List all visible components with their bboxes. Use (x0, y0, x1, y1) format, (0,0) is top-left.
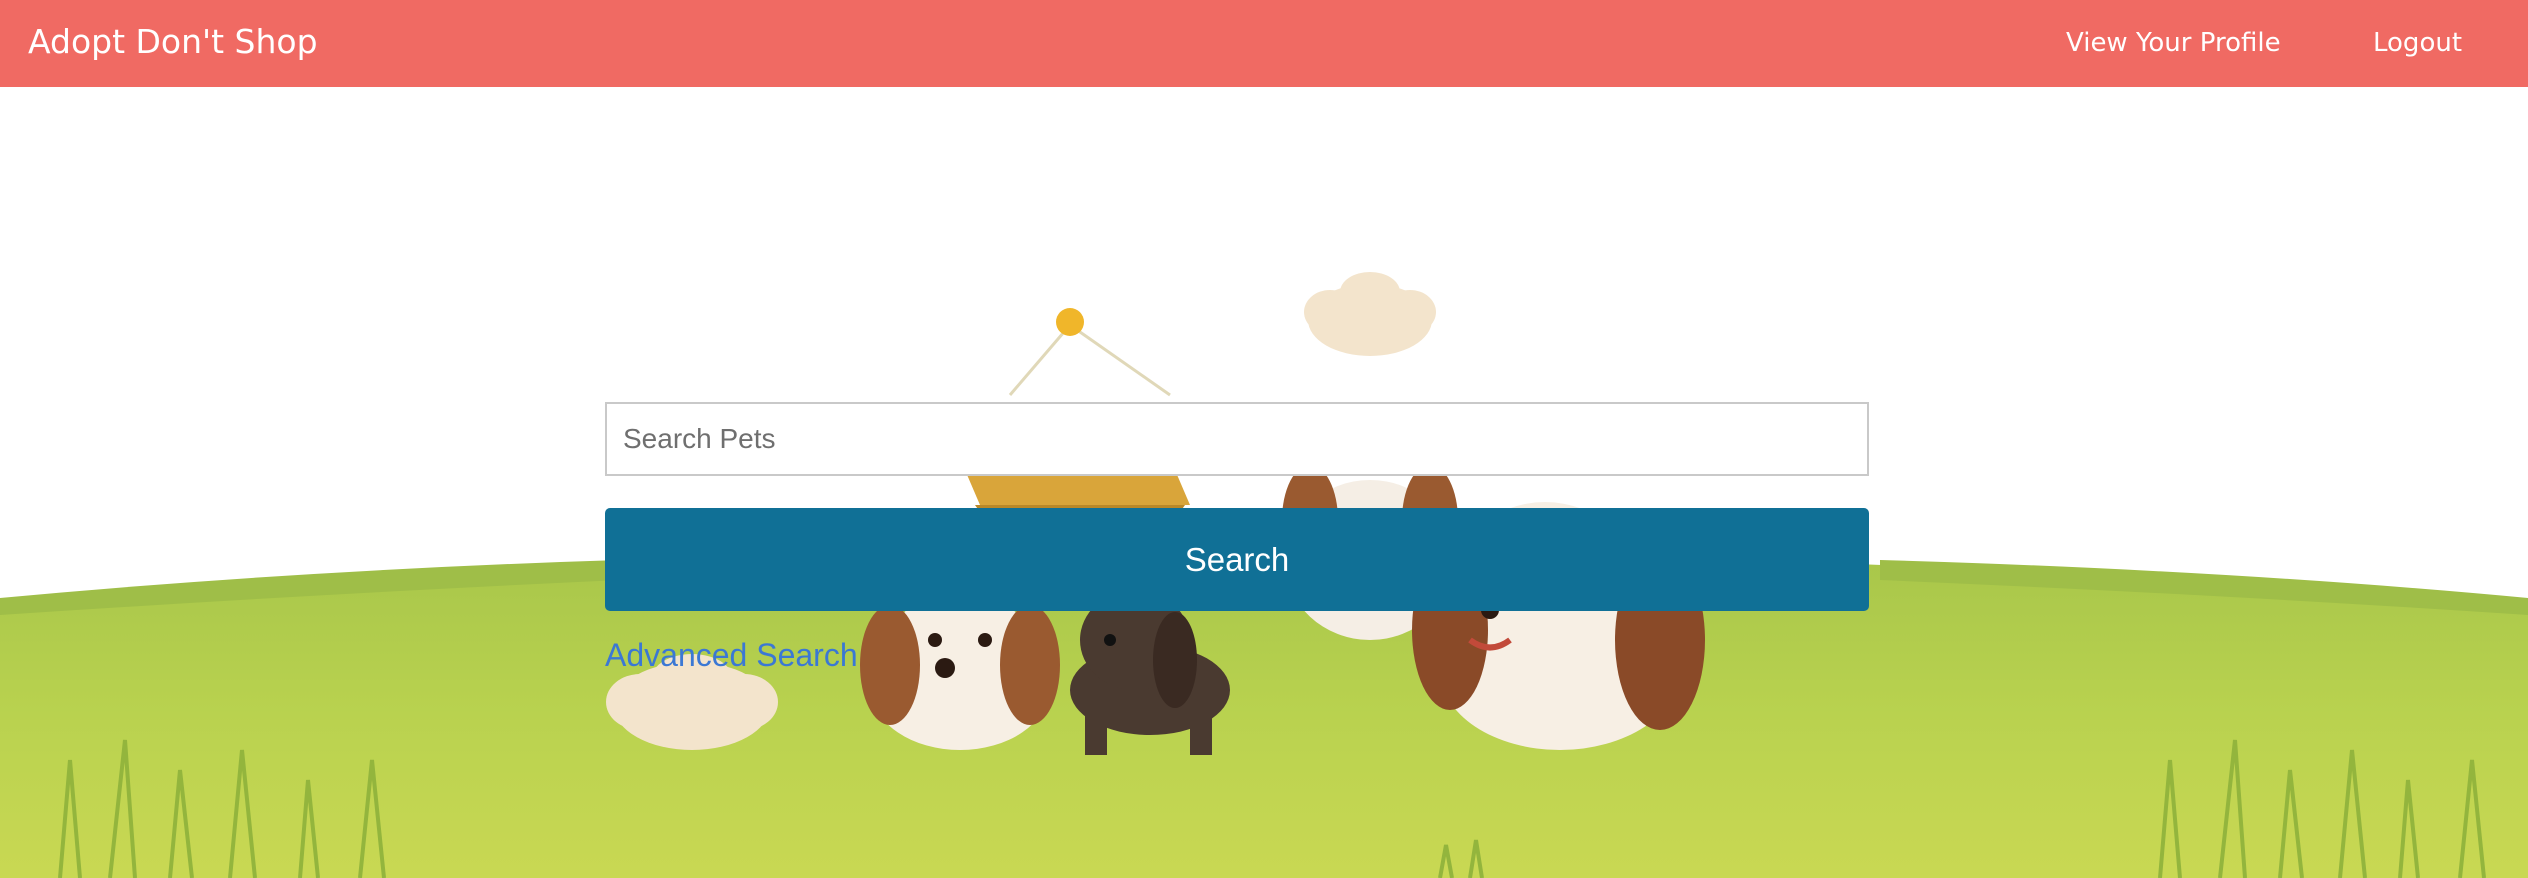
hero-section (0, 87, 2528, 878)
search-button[interactable]: Search (605, 508, 1869, 611)
top-navbar: Adopt Don't Shop View Your Profile Logou… (0, 0, 2528, 87)
advanced-search-link[interactable]: Advanced Search (605, 636, 858, 674)
search-pets-input[interactable] (605, 402, 1869, 476)
brand-title[interactable]: Adopt Don't Shop (28, 22, 318, 62)
view-profile-link[interactable]: View Your Profile (2066, 27, 2281, 59)
puppies-grass-illustration (0, 272, 2528, 878)
puppy-left (860, 588, 1060, 750)
logout-link[interactable]: Logout (2373, 27, 2462, 59)
cloud-top (1304, 272, 1436, 356)
